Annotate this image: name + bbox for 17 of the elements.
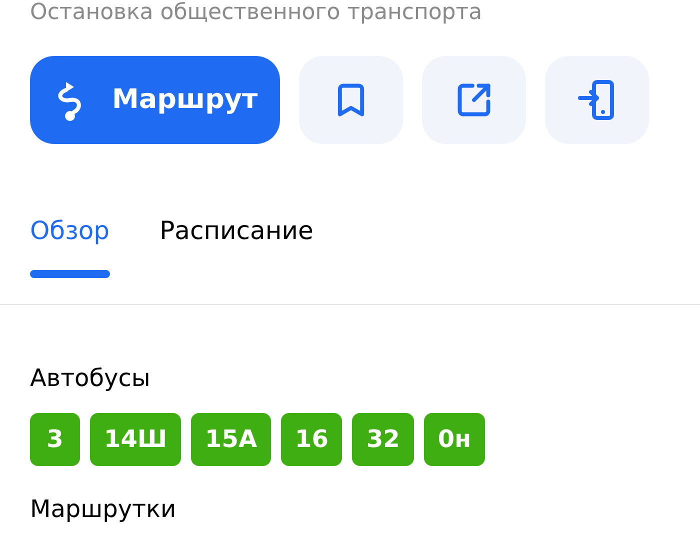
route-number[interactable]: 0н xyxy=(424,412,486,466)
section-title: Автобусы xyxy=(30,362,152,392)
section-title: Маршрутки xyxy=(30,494,178,524)
tab[interactable]: Расписание xyxy=(160,212,314,278)
subtitle: Остановка общественного транспорта xyxy=(30,0,484,26)
route-button[interactable]: Маршрут xyxy=(30,56,280,144)
route-number[interactable]: 16 xyxy=(281,412,342,466)
bookmark-button[interactable] xyxy=(299,56,403,144)
route-number[interactable]: 32 xyxy=(352,412,414,466)
tab[interactable]: Обзор xyxy=(30,212,110,278)
route-number[interactable]: 14Ш xyxy=(90,412,182,466)
route-number[interactable]: 3 xyxy=(30,412,80,466)
send-to-phone-button[interactable] xyxy=(545,56,649,144)
share-icon xyxy=(455,81,493,119)
phone-arrow-icon xyxy=(577,78,617,122)
route-number[interactable]: 15А xyxy=(191,412,272,466)
share-button[interactable] xyxy=(422,56,526,144)
